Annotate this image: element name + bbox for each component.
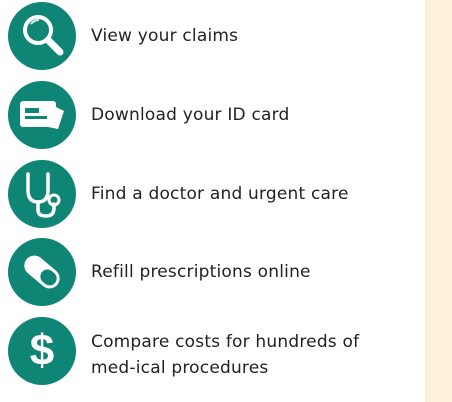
- page: View your claims Download your ID card F…: [0, 0, 452, 402]
- feature-item-refill-prescriptions[interactable]: Refill prescriptions online: [8, 238, 311, 306]
- svg-text:$: $: [30, 326, 54, 375]
- feature-item-view-claims[interactable]: View your claims: [8, 2, 238, 70]
- pill-capsule-icon: [8, 238, 76, 306]
- feature-label: Refill prescriptions online: [91, 262, 311, 282]
- magnifier-icon: [8, 2, 76, 70]
- feature-label: Download your ID card: [91, 105, 290, 125]
- side-panel: [425, 0, 452, 402]
- id-card-icon: [8, 81, 76, 149]
- feature-item-compare-costs[interactable]: $ Compare costs for hundreds of med-ical…: [8, 317, 391, 385]
- dollar-sign-icon: $: [8, 317, 76, 385]
- feature-label: Find a doctor and urgent care: [91, 184, 349, 204]
- feature-item-download-id-card[interactable]: Download your ID card: [8, 81, 290, 149]
- stethoscope-icon: [8, 160, 76, 228]
- feature-item-find-doctor[interactable]: Find a doctor and urgent care: [8, 160, 349, 228]
- feature-label: View your claims: [91, 26, 239, 46]
- feature-label: Compare costs for hundreds of med-ical p…: [91, 332, 360, 378]
